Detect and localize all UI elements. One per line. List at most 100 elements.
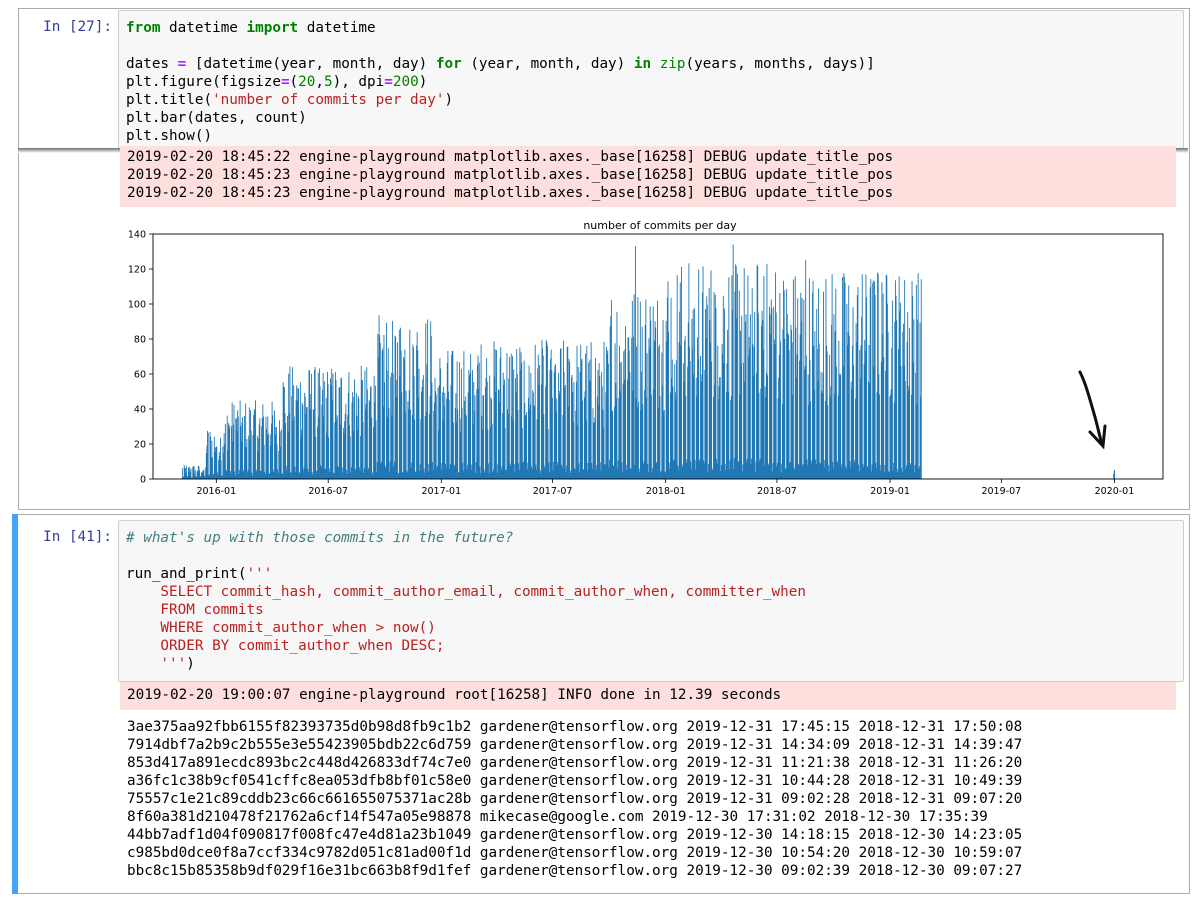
bar bbox=[853, 365, 855, 479]
code-line: dates = [datetime(year, month, day) for … bbox=[126, 56, 875, 72]
bar bbox=[693, 308, 695, 479]
code-line: plt.title('number of commits per day') bbox=[126, 92, 454, 108]
y-tick-label: 20 bbox=[134, 440, 146, 451]
hand-drawn-arrow-icon bbox=[1078, 370, 1107, 450]
bar bbox=[397, 342, 398, 479]
bar bbox=[508, 356, 510, 479]
bar bbox=[780, 341, 781, 479]
bar bbox=[909, 327, 911, 479]
bar bbox=[917, 273, 919, 479]
bars-group bbox=[181, 244, 1116, 479]
result-row: bbc8c15b85358b9df029f16e31bc663b8f9d1fef… bbox=[127, 863, 1023, 879]
bar bbox=[840, 375, 842, 479]
bar bbox=[728, 277, 730, 479]
bar bbox=[887, 331, 889, 479]
bar bbox=[620, 361, 622, 479]
bar bbox=[435, 394, 437, 479]
bar bbox=[500, 347, 502, 479]
bar bbox=[896, 320, 898, 479]
x-tick-label: 2018-07 bbox=[757, 486, 797, 497]
x-axis: 2016-01 2016-07 2017-01 2017-07 2018-01 2018-… bbox=[196, 479, 1134, 497]
bar bbox=[310, 373, 312, 479]
bar bbox=[237, 416, 239, 479]
bar bbox=[582, 400, 583, 479]
bar bbox=[422, 375, 424, 479]
bar bbox=[384, 382, 386, 479]
x-tick-label: 2017-01 bbox=[421, 486, 461, 497]
bar bbox=[607, 363, 609, 479]
query-result-output: 3ae375aa92fbb6155f82393735d0b98d8fb9c1b2… bbox=[120, 716, 1176, 886]
bar bbox=[298, 388, 299, 479]
bar bbox=[913, 319, 915, 479]
bar bbox=[754, 311, 756, 479]
bar bbox=[848, 335, 850, 479]
result-row: 75557c1e21c89cddb23c66c661655075371ac28b… bbox=[127, 791, 1023, 807]
bar bbox=[323, 381, 325, 479]
bar bbox=[280, 429, 282, 479]
bar bbox=[590, 342, 592, 479]
bar bbox=[650, 394, 652, 479]
chart-title: number of commits per day bbox=[583, 219, 737, 232]
result-row: 44bb7adf1d04f090817f008fc47e4d81a23b1049… bbox=[127, 827, 1023, 843]
bar bbox=[736, 273, 738, 479]
result-row: 853d417a891ecdc893bc2c448d426833df74c7e0… bbox=[127, 755, 1023, 771]
code-editor[interactable]: from datetime import datetime dates = [d… bbox=[118, 10, 1184, 149]
bar bbox=[741, 315, 743, 479]
bar bbox=[763, 276, 765, 479]
bar bbox=[440, 368, 441, 479]
bar bbox=[874, 294, 876, 479]
bar bbox=[371, 417, 373, 479]
code-line: run_and_print(''' bbox=[126, 566, 273, 582]
bar bbox=[681, 266, 682, 479]
bar bbox=[530, 372, 532, 479]
bar bbox=[870, 279, 872, 479]
bar bbox=[457, 409, 459, 479]
cell-prompt: In [41]: bbox=[43, 529, 112, 545]
selected-cell-indicator bbox=[12, 514, 18, 894]
y-tick-label: 40 bbox=[134, 405, 146, 416]
bar bbox=[857, 287, 859, 479]
bar bbox=[711, 361, 713, 479]
bar bbox=[784, 338, 786, 479]
bar bbox=[1113, 470, 1116, 479]
bar bbox=[732, 244, 734, 479]
x-tick-label: 2020-01 bbox=[1095, 486, 1135, 497]
code-line: ORDER BY commit_author_when DESC; bbox=[126, 638, 445, 654]
bar bbox=[289, 366, 291, 479]
bar bbox=[920, 279, 922, 479]
bar bbox=[724, 308, 725, 479]
stderr-line: 2019-02-20 18:45:22 engine-playground ma… bbox=[127, 149, 894, 165]
bar bbox=[207, 432, 209, 479]
bar bbox=[470, 353, 472, 479]
stderr-output: 2019-02-20 19:00:07 engine-playground ro… bbox=[120, 682, 1176, 710]
code-line: plt.show() bbox=[126, 128, 213, 144]
x-tick-label: 2018-01 bbox=[646, 486, 686, 497]
code-line: plt.bar(dates, count) bbox=[126, 110, 307, 126]
code-line: ''') bbox=[126, 656, 195, 672]
bar bbox=[366, 389, 368, 479]
code-line: WHERE commit_author_when > now() bbox=[126, 620, 436, 636]
result-row: 3ae375aa92fbb6155f82393735d0b98d8fb9c1b2… bbox=[127, 719, 1023, 735]
bar bbox=[560, 348, 562, 479]
bar bbox=[448, 399, 450, 479]
bar bbox=[767, 375, 769, 479]
bar bbox=[302, 404, 304, 479]
x-tick-label: 2016-07 bbox=[308, 486, 348, 497]
bar bbox=[698, 269, 700, 479]
bar bbox=[388, 407, 390, 479]
code-line: FROM commits bbox=[126, 602, 264, 618]
bar bbox=[904, 380, 906, 479]
bar bbox=[569, 361, 571, 479]
bar bbox=[526, 412, 528, 479]
stderr-line: 2019-02-20 18:45:23 engine-playground ma… bbox=[127, 185, 894, 201]
bar bbox=[891, 300, 893, 479]
bar bbox=[629, 372, 631, 479]
cell-prompt: In [27]: bbox=[43, 19, 112, 35]
code-line: from datetime import datetime bbox=[126, 20, 376, 36]
bar bbox=[319, 386, 321, 479]
bar bbox=[814, 331, 816, 479]
bar bbox=[689, 361, 691, 479]
code-editor[interactable]: # what's up with those commits in the fu… bbox=[118, 520, 1184, 682]
bar bbox=[771, 308, 773, 479]
bar bbox=[427, 319, 429, 479]
